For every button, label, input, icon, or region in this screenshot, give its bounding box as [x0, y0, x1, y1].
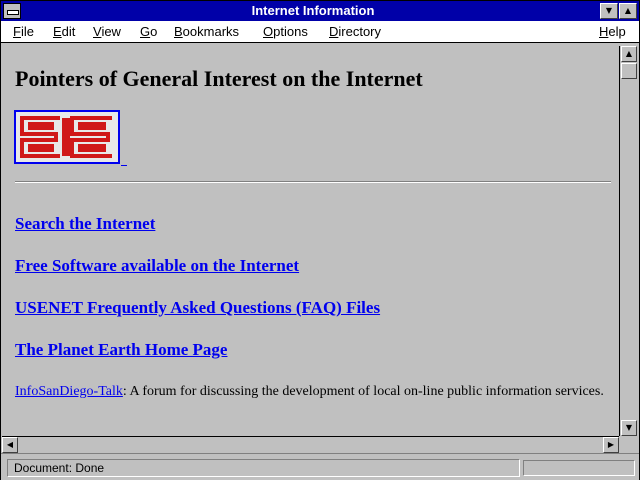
scroll-down-icon[interactable]: ▼: [621, 420, 637, 436]
vertical-scroll-thumb[interactable]: [621, 63, 637, 79]
link-planet-earth[interactable]: The Planet Earth Home Page: [15, 340, 227, 360]
page-title: Pointers of General Interest on the Inte…: [15, 66, 423, 91]
scroll-left-icon[interactable]: ◀: [2, 437, 18, 453]
status-bar: Document: Done: [1, 453, 639, 480]
scrollbar-corner: [619, 436, 637, 453]
menu-file[interactable]: File: [13, 24, 34, 39]
infosandiego-paragraph: InfoSanDiego-Talk: A forum for discussin…: [15, 382, 605, 402]
progress-indicator: [523, 460, 635, 476]
menu-go[interactable]: Go: [140, 24, 157, 39]
logo-link-underline: [121, 165, 127, 166]
link-usenet-faq[interactable]: USENET Frequently Asked Questions (FAQ) …: [15, 298, 380, 318]
link-search-internet[interactable]: Search the Internet: [15, 214, 155, 234]
scroll-up-icon[interactable]: ▲: [621, 46, 637, 62]
scroll-right-icon[interactable]: ▶: [603, 437, 619, 453]
title-bar[interactable]: Internet Information ▼ ▲: [1, 1, 639, 21]
menu-edit[interactable]: Edit: [53, 24, 75, 39]
browser-window: Internet Information ▼ ▲ File Edit View …: [0, 0, 640, 480]
menu-help[interactable]: Help: [599, 24, 626, 39]
window-title: Internet Information: [251, 3, 375, 18]
menu-directory[interactable]: Directory: [329, 24, 381, 39]
status-text: Document: Done: [7, 459, 520, 477]
menu-bookmarks[interactable]: Bookmarks: [174, 24, 239, 39]
horizontal-rule: [15, 181, 611, 183]
system-menu-icon[interactable]: [3, 3, 21, 19]
vertical-scrollbar[interactable]: ▲ ▼: [619, 46, 637, 436]
link-infosandiego-talk[interactable]: InfoSanDiego-Talk: [15, 384, 123, 399]
sdsc-maze-logo-icon: [16, 112, 118, 162]
maximize-icon[interactable]: ▲: [619, 3, 637, 19]
menu-bar: File Edit View Go Bookmarks Options Dire…: [1, 21, 639, 43]
link-free-software[interactable]: Free Software available on the Internet: [15, 256, 299, 276]
logo-link[interactable]: [14, 110, 120, 164]
horizontal-scrollbar[interactable]: ◀ ▶: [2, 436, 619, 453]
menu-view[interactable]: View: [93, 24, 121, 39]
infosandiego-description: : A forum for discussing the development…: [122, 384, 604, 399]
minimize-icon[interactable]: ▼: [600, 3, 618, 19]
document-view[interactable]: Pointers of General Interest on the Inte…: [2, 46, 619, 436]
menu-options[interactable]: Options: [263, 24, 308, 39]
